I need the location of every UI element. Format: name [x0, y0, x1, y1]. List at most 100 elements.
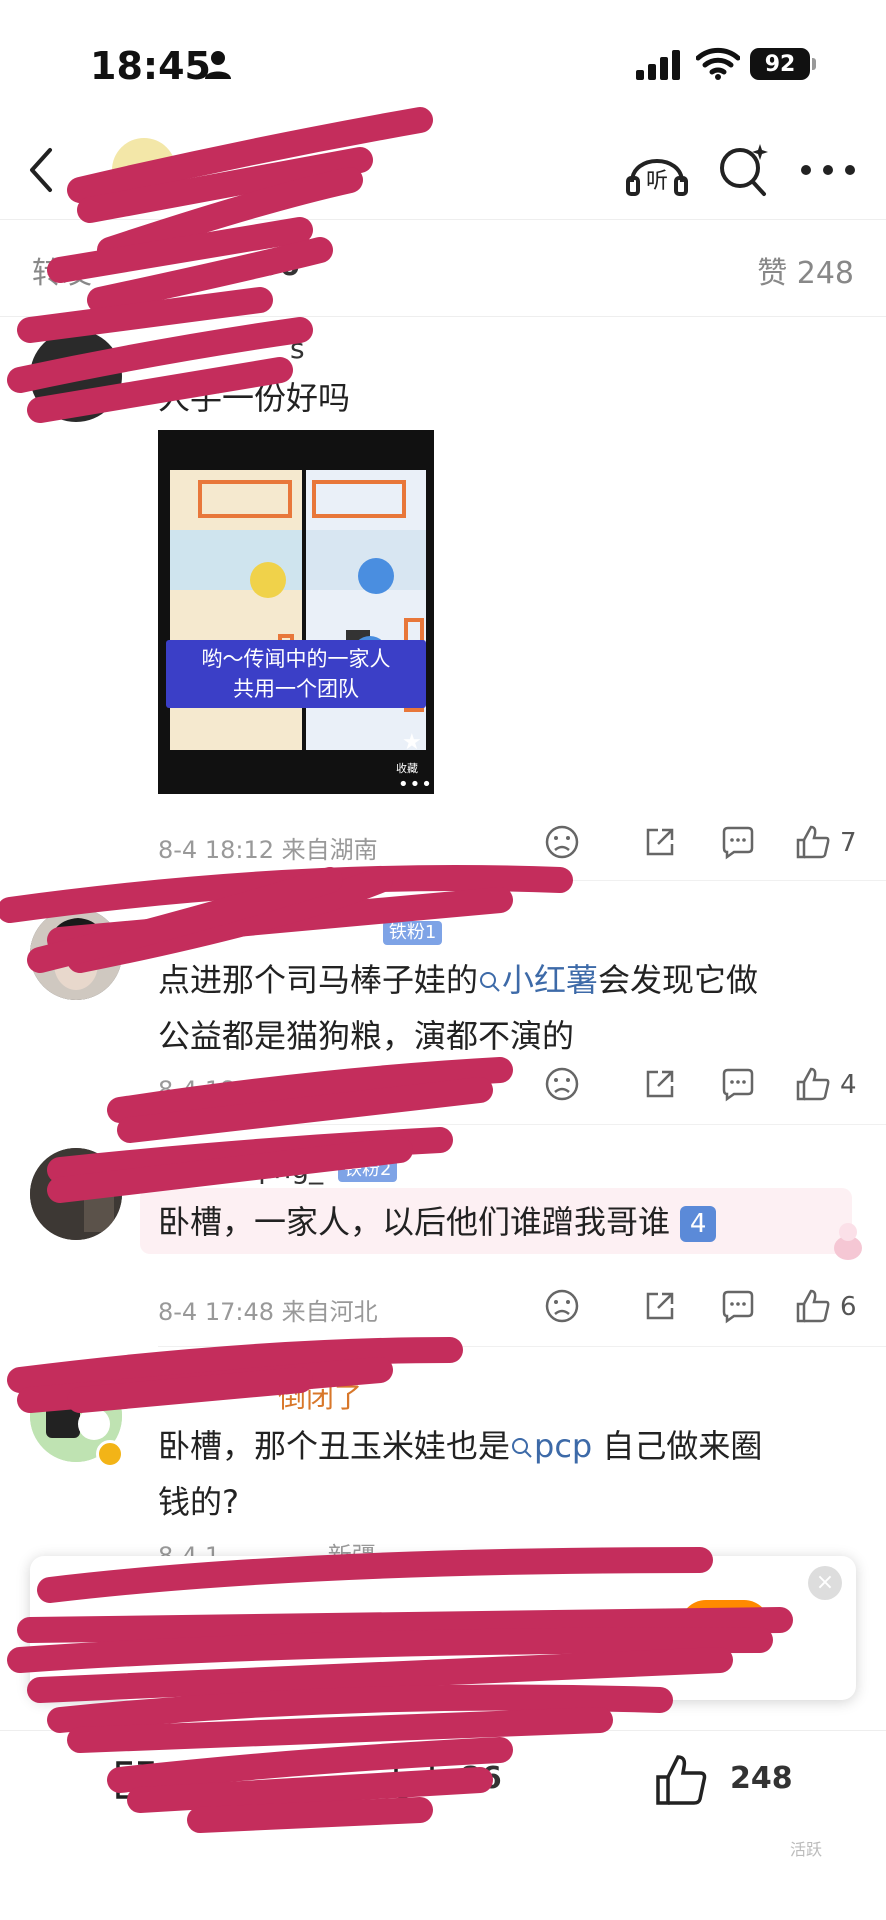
comment-text-line-2: 钱的? [158, 1483, 239, 1521]
comment-text-part: 卧槽，那个丑玉米娃也是 [158, 1427, 511, 1465]
repost-icon[interactable] [112, 1757, 160, 1803]
battery-tip [812, 58, 816, 70]
comment-time: 8-4 17:48 [158, 1298, 274, 1326]
comment-text: 人手一份好吗 [158, 379, 351, 417]
comment-divider [158, 880, 886, 881]
dislike-face-icon[interactable] [544, 1288, 580, 1324]
comment-time: 8-4 18:05 [158, 1076, 274, 1104]
watermark: 活跃 [790, 1840, 823, 1859]
comment-text-part: 卧槽，一家人，以后他们谁蹭我哥谁 [158, 1203, 671, 1241]
comment-meta: 8-4 17:48 来自河北 [158, 1292, 378, 1327]
like-count: 4 [840, 1070, 857, 1100]
comment-image[interactable]: 哟～传闻中的一家人 共用一个团队 ★ 收藏 ••• [158, 430, 434, 794]
comic-panel-left [170, 470, 302, 750]
like-thumb-icon[interactable] [794, 824, 832, 860]
comment-text: 卧槽，一家人，以后他们谁蹭我哥谁 4 [158, 1194, 858, 1250]
share-icon[interactable] [642, 1066, 678, 1102]
like-thumb-icon[interactable] [654, 1753, 710, 1807]
commenter-name[interactable]: s [290, 332, 305, 365]
like-count: 248 [730, 1761, 793, 1796]
popup-close-icon[interactable]: × [808, 1566, 842, 1600]
author-avatar[interactable] [112, 138, 176, 202]
like-thumb-icon[interactable] [794, 1066, 832, 1102]
status-bar: 18:45 92 [0, 0, 886, 120]
comment-location: 来自河北 [281, 1298, 378, 1326]
listen-headphones-icon[interactable]: 听 [624, 142, 690, 198]
comment-actions: 6 [544, 1288, 864, 1328]
tab-repost[interactable]: 转发 [32, 248, 92, 292]
star-icon: ★ [402, 730, 422, 755]
comment-count: 86 [460, 1761, 502, 1796]
hashtag-link-text: pcp [534, 1427, 593, 1465]
comic-illustration-left [170, 480, 302, 708]
tab-likes[interactable]: 赞 248 [757, 248, 854, 292]
commenter-name[interactable]: qing_ 铁粉2 [158, 1152, 398, 1185]
comment-text-line-2: 公益都是猫狗粮，演都不演的 [158, 1017, 575, 1055]
share-icon[interactable] [642, 824, 678, 860]
verified-badge-icon [96, 1440, 124, 1468]
fan-badge: 铁粉2 [337, 1158, 398, 1182]
commenter-name[interactable]: 北极 铁粉1 [158, 910, 443, 950]
dislike-face-icon[interactable] [544, 1066, 580, 1102]
divider [0, 316, 886, 317]
reply-comment-icon[interactable] [720, 824, 756, 860]
back-arrow-icon[interactable] [22, 142, 62, 198]
person-icon [205, 51, 231, 79]
more-dots-icon: ••• [398, 774, 433, 794]
commenter-name[interactable]: 倒闭了 [158, 1376, 362, 1416]
tab-comments-count[interactable]: 86 [258, 248, 300, 283]
battery-indicator: 92 [750, 48, 810, 80]
wifi-icon [696, 47, 740, 80]
image-caption: 哟～传闻中的一家人 共用一个团队 [166, 640, 426, 708]
bottom-action-bar: 1 86 248 [0, 1730, 886, 1840]
comment-location: 来自湖南 [281, 836, 378, 864]
commenter-avatar[interactable] [30, 330, 122, 422]
dislike-face-icon[interactable] [544, 824, 580, 860]
hashtag-link[interactable]: pcp [510, 1427, 592, 1465]
interaction-counts-row: 转发 86 赞 248 [0, 238, 886, 298]
commenter-name-text: 北极 [158, 915, 215, 948]
hashtag-link-text: 小红薯 [502, 961, 599, 999]
status-time: 18:45 [90, 44, 211, 88]
comment-actions: 4 [544, 1066, 864, 1106]
hashtag-link[interactable]: 小红薯 [478, 961, 598, 999]
comment-divider [158, 1346, 886, 1347]
comment-text-part: 自己做来圈 [592, 1427, 763, 1465]
comment-actions: 7 [544, 824, 864, 864]
search-small-icon [480, 972, 500, 992]
more-options-icon[interactable] [800, 164, 856, 176]
commenter-avatar[interactable] [30, 908, 122, 1000]
fan-badge: 铁粉1 [382, 921, 443, 945]
comment-time: 8-4 18:12 [158, 836, 274, 864]
image-caption-line-1: 哟～传闻中的一家人 [201, 647, 391, 671]
like-count: 7 [840, 828, 857, 858]
number-emoji: 4 [680, 1206, 717, 1242]
search-icon[interactable] [716, 140, 772, 200]
reply-comment-icon[interactable] [720, 1066, 756, 1102]
avatar-portrait [30, 908, 122, 1000]
comment-text-part: 点进那个司马棒子娃的 [158, 961, 479, 999]
like-thumb-icon[interactable] [794, 1288, 832, 1324]
comment-text-part: 会发现它做 [598, 961, 759, 999]
nav-title: 沉 [300, 158, 330, 193]
reply-comment-icon[interactable] [720, 1288, 756, 1324]
share-icon[interactable] [642, 1288, 678, 1324]
comment-meta: 8-4 18:05 来自浙江 [158, 1070, 378, 1105]
image-caption-line-2: 共用一个团队 [233, 677, 359, 701]
search-small-icon [512, 1438, 532, 1458]
like-count: 6 [840, 1292, 857, 1322]
top-nav-bar: 沉 听 [0, 120, 886, 220]
notification-popup-card[interactable]: × [30, 1556, 856, 1700]
commenter-name-text: 倒闭了 [278, 1381, 363, 1414]
comment-text: 点进那个司马棒子娃的 小红薯会发现它做 公益都是猫狗粮，演都不演的 [158, 952, 858, 1064]
comment-divider [158, 1124, 886, 1125]
comic-panel-right [306, 470, 426, 750]
comment-text: 卧槽，那个丑玉米娃也是 pcp 自己做来圈 钱的? [158, 1418, 858, 1530]
commenter-name-text: qing_ [248, 1152, 324, 1185]
repost-count: 1 [168, 1761, 189, 1796]
commenter-avatar[interactable] [30, 1148, 122, 1240]
avatar-dark-scene [30, 1148, 122, 1240]
popup-action-button[interactable] [680, 1600, 770, 1652]
comment-icon[interactable] [390, 1757, 438, 1805]
comment-location: 来自浙江 [281, 1076, 378, 1104]
